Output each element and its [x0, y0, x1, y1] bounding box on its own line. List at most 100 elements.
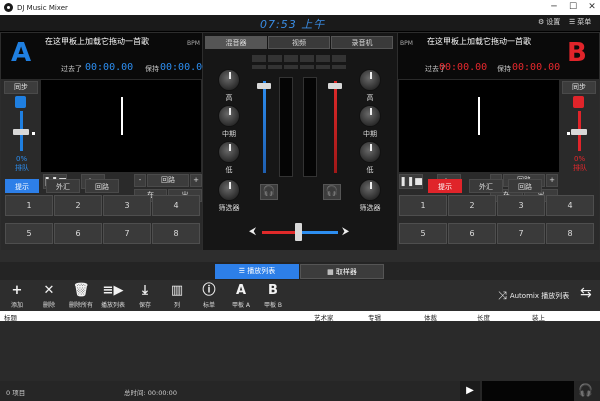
app-title: DJ Music Mixer	[17, 3, 68, 12]
deck-b-song-title: 在这甲板上加载它拖动一首歌	[427, 37, 531, 46]
preview-waveform	[482, 381, 574, 401]
deck-a-pad[interactable]: 2	[54, 195, 102, 216]
deck-a-loop-button[interactable]: 回路	[147, 174, 189, 187]
deck-b-pad[interactable]: 3	[497, 195, 545, 216]
delete-button[interactable]: ✕ 删除	[37, 283, 61, 309]
deck-b-pad[interactable]: 5	[399, 223, 447, 244]
info-button[interactable]: ⓘ 标单	[197, 283, 221, 309]
deck-a-pitch-slider[interactable]	[13, 129, 29, 135]
columns-button[interactable]: ▥ 列	[165, 283, 189, 309]
deck-a-tab-loop[interactable]: 回路	[85, 179, 119, 193]
repeat-icon[interactable]: ⇆	[580, 285, 592, 301]
deck-a-low-knob[interactable]	[218, 141, 240, 163]
status-bar: 0 项目 总时间: 00:00:00 ▶ 🎧	[0, 381, 600, 401]
deck-b-volume-fader[interactable]	[328, 83, 342, 89]
playlist-toolbar: + 添加 ✕ 删除 🗑 删除所有 ≡▶ 播放列表 ⤓ 保存 ▥ 列 ⓘ 标单 A 甲板 A B甲…	[0, 280, 600, 311]
headphone-icon[interactable]: 🎧	[578, 383, 593, 397]
settings-button[interactable]: ⚙ 设置	[538, 17, 560, 27]
deck-a-pad[interactable]: 5	[5, 223, 53, 244]
deck-a-volume-fader[interactable]	[257, 83, 271, 89]
deck-a-low-label: 低	[225, 166, 233, 174]
deck-b-pad[interactable]: 7	[497, 223, 545, 244]
deck-a-letter: A	[11, 38, 32, 68]
deck-b-pad[interactable]: 2	[448, 195, 496, 216]
deck-a-pad[interactable]: 8	[152, 223, 200, 244]
deck-a-lock-icon[interactable]	[15, 96, 26, 108]
maximize-button[interactable]: ☐	[565, 0, 581, 15]
deck-b-pads: 1 2 3 4 5 6 7 8	[399, 195, 595, 245]
mixer-panel: 混音器 视频 录音机 高 中期 低 筛选器 高 中期 低 筛选器 🎧 🎧 ⮜ ⮞	[203, 33, 397, 250]
deck-b-filter-knob[interactable]	[359, 179, 381, 201]
tab-sampler[interactable]: ▦ 取样器	[300, 264, 384, 279]
tab-video[interactable]: 视频	[268, 36, 330, 49]
deck-a: A 在这甲板上加载它拖动一首歌 BPM 过去了 00:00.00 保持 00:0…	[1, 33, 208, 250]
deck-a-mid-label: 中期	[222, 130, 236, 138]
playlist-button[interactable]: ≡▶ 播放列表	[101, 283, 125, 309]
deck-a-pad[interactable]: 1	[5, 195, 53, 216]
item-count: 0 项目	[6, 389, 26, 397]
automix-button[interactable]: ⤨ Automix 播放列表	[498, 289, 569, 303]
deck-a-pad[interactable]: 4	[152, 195, 200, 216]
deck-a-high-knob[interactable]	[218, 69, 240, 91]
deck-a-filter-knob[interactable]	[218, 179, 240, 201]
pause-stop-icon: ❚❚■	[399, 176, 423, 187]
playlist-icon: ☰	[238, 267, 246, 275]
deck-a-sync-button[interactable]: 同步	[4, 81, 38, 94]
playlist-table-body[interactable]	[0, 321, 600, 381]
tab-recorder[interactable]: 录音机	[331, 36, 393, 49]
deck-b-sync-button[interactable]: 同步	[562, 81, 596, 94]
deck-a-pitch-marker	[32, 132, 35, 135]
close-button[interactable]: ✕	[584, 0, 600, 15]
deck-b-pad[interactable]: 6	[448, 223, 496, 244]
shuffle-icon: ⤨	[498, 289, 507, 302]
trash-icon: 🗑	[72, 283, 90, 298]
deck-a-remain-label: 保持	[145, 65, 159, 73]
deck-a-pitch-value: 0%	[16, 155, 28, 163]
save-button[interactable]: ⤓ 保存	[133, 283, 157, 309]
deck-b-tab-fx[interactable]: 外汇	[469, 179, 503, 193]
deck-b-headphone-button[interactable]: 🎧	[323, 184, 341, 200]
deck-a-pad[interactable]: 6	[54, 223, 102, 244]
deck-a-loop-plus[interactable]: +	[190, 174, 202, 187]
deck-a-pad[interactable]: 7	[103, 223, 151, 244]
deck-a-tab-cue[interactable]: 提示	[5, 179, 39, 193]
load-deck-b-button[interactable]: B 甲板 B	[261, 283, 285, 309]
deck-b-lock-icon[interactable]	[573, 96, 584, 108]
menu-button[interactable]: ☰ 菜单	[569, 17, 591, 27]
delete-all-button[interactable]: 🗑 删除所有	[69, 283, 93, 309]
deck-b-mid-label: 中期	[363, 130, 377, 138]
deck-b-high-knob[interactable]	[359, 69, 381, 91]
deck-b-volume-track	[334, 81, 337, 173]
deck-b-mid-knob[interactable]	[359, 105, 381, 127]
playlist-icon: ≡▶	[102, 283, 124, 298]
deck-b-loop-plus[interactable]: +	[546, 174, 558, 187]
load-deck-a-button[interactable]: A 甲板 A	[229, 283, 253, 309]
deck-b-tab-loop[interactable]: 回路	[508, 179, 542, 193]
deck-b-pad[interactable]: 8	[546, 223, 594, 244]
tab-playlist[interactable]: ☰ 播放列表	[215, 264, 299, 279]
add-button[interactable]: + 添加	[5, 283, 29, 309]
deck-b-low-knob[interactable]	[359, 141, 381, 163]
deck-b-pitch-slider[interactable]	[571, 129, 587, 135]
deck-a-loop-minus[interactable]: -	[134, 174, 146, 187]
deck-b-pitch-value: 0%	[574, 155, 586, 163]
deck-b-pitch-label: 排队	[573, 164, 587, 172]
headphone-icon: 🎧	[262, 186, 276, 197]
deck-a-remain: 00:00.00	[160, 62, 209, 73]
deck-b-pad[interactable]: 4	[546, 195, 594, 216]
deck-a-headphone-button[interactable]: 🎧	[260, 184, 278, 200]
vu-meter-top	[252, 55, 348, 62]
deck-a-bpm: BPM	[187, 40, 200, 47]
headphone-icon: 🎧	[325, 186, 339, 197]
deck-b-pad[interactable]: 1	[399, 195, 447, 216]
minimize-button[interactable]: ─	[546, 0, 562, 15]
deck-a-pad[interactable]: 3	[103, 195, 151, 216]
tab-mixer[interactable]: 混音器	[205, 36, 267, 49]
deck-a-tab-fx[interactable]: 外汇	[46, 179, 80, 193]
deck-a-pads: 1 2 3 4 5 6 7 8	[5, 195, 200, 245]
deck-b-pause-stop-button[interactable]: ❚❚■	[399, 174, 423, 189]
preview-play-button[interactable]: ▶	[460, 381, 480, 401]
deck-a-mid-knob[interactable]	[218, 105, 240, 127]
deck-b-tab-cue[interactable]: 提示	[428, 179, 462, 193]
crossfader-handle[interactable]	[295, 223, 302, 241]
